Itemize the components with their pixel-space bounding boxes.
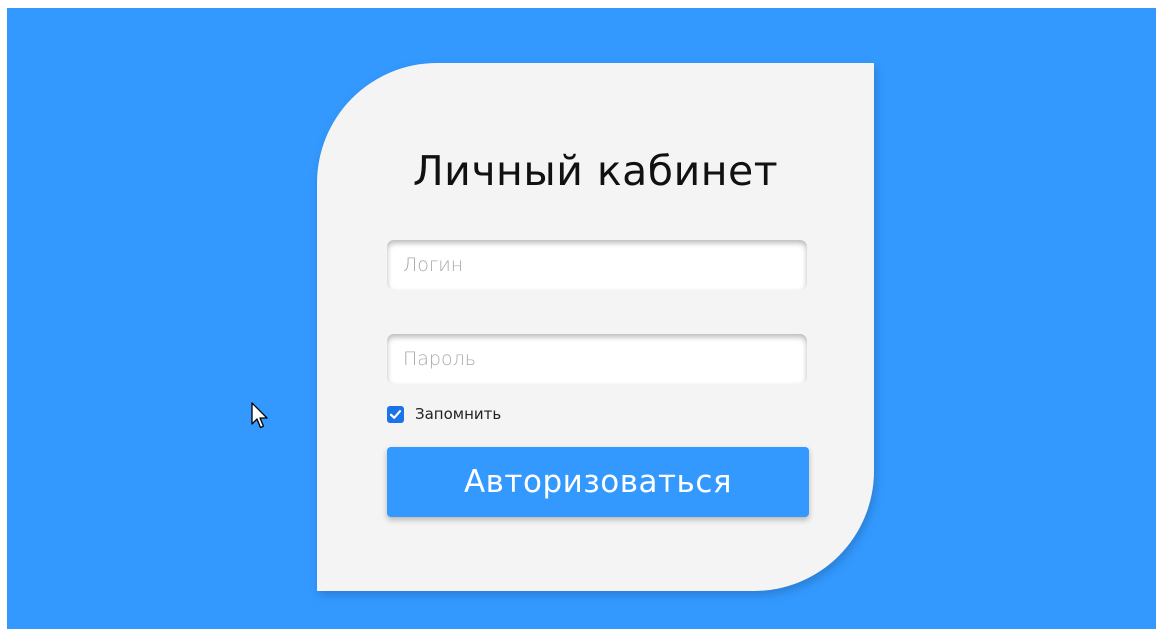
mouse-pointer-icon	[251, 402, 268, 429]
remember-checkbox[interactable]	[387, 405, 404, 423]
remember-label: Запомнить	[415, 405, 502, 423]
remember-me[interactable]: Запомнить	[387, 402, 501, 426]
check-icon	[389, 409, 402, 419]
page-title: Личный кабинет	[412, 147, 779, 195]
login-input[interactable]	[387, 240, 807, 290]
login-card: Личный кабинет Запомнить Авторизоваться	[317, 63, 874, 591]
page-background: Личный кабинет Запомнить Авторизоваться	[7, 8, 1156, 629]
password-input[interactable]	[387, 334, 807, 384]
authorize-button[interactable]: Авторизоваться	[387, 447, 809, 517]
